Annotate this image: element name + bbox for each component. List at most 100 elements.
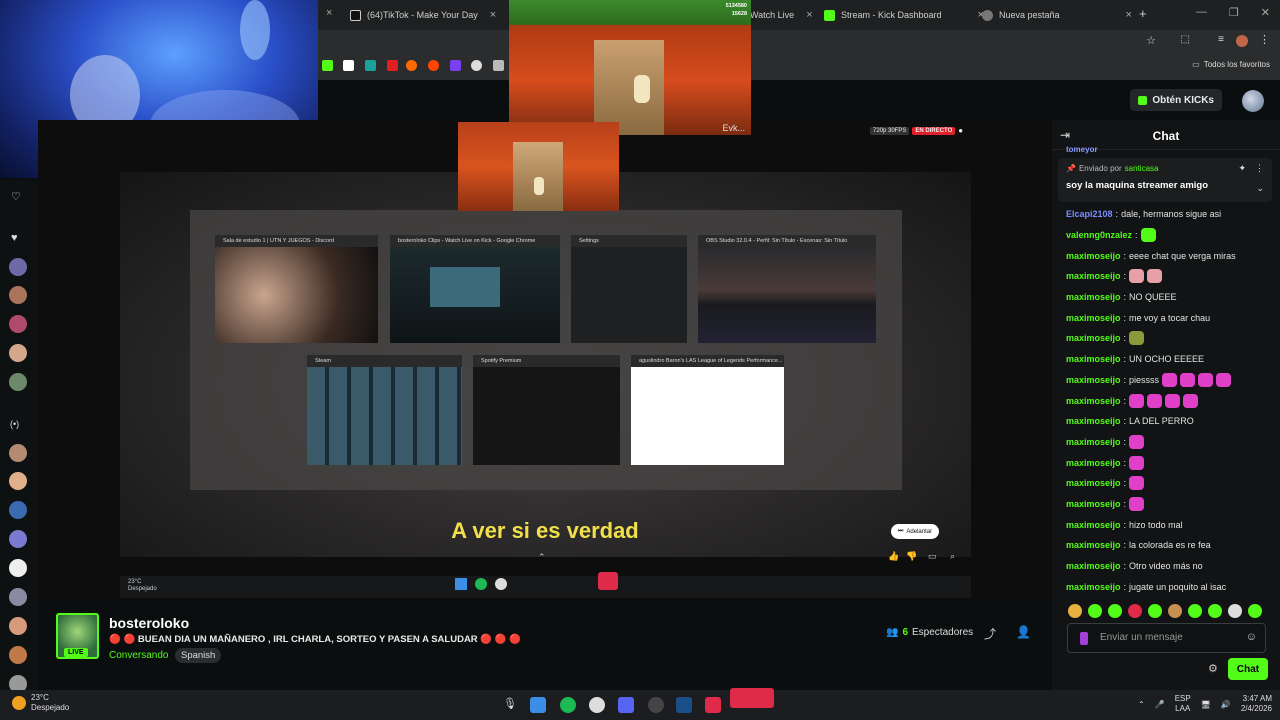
chat-username[interactable]: valenng0nzalez (1066, 230, 1132, 240)
tab-new-tab[interactable]: Nueva pestaña × (982, 4, 1132, 26)
chat-username[interactable]: maximoseijo (1066, 520, 1121, 530)
channel-avatar[interactable] (9, 617, 27, 635)
bookmark-red-icon[interactable] (387, 60, 398, 71)
bookmark-kick-icon[interactable] (322, 60, 333, 71)
pinned-sender-name[interactable]: santicasa (1125, 164, 1159, 173)
channel-avatar[interactable] (9, 588, 27, 606)
bookmark-purple-icon[interactable] (450, 60, 461, 71)
tab-kick-dashboard[interactable]: Stream - Kick Dashboard × (824, 4, 984, 26)
app-icon[interactable] (730, 688, 774, 708)
emote-icon[interactable] (1148, 604, 1162, 618)
channel-avatar[interactable] (9, 444, 27, 462)
dislike-icon[interactable]: 👎 (906, 551, 917, 562)
weather-widget[interactable]: 23°C Despejado (12, 693, 69, 713)
comment-icon[interactable]: ▭ (928, 551, 937, 562)
bookmark-chrome-icon[interactable] (471, 60, 482, 71)
stream-category-link[interactable]: Conversando (109, 650, 168, 661)
close-tab-icon[interactable]: × (806, 9, 812, 21)
restore-icon[interactable]: ❐ (1229, 6, 1239, 19)
skip-forward-button[interactable]: ⏭ Adelantar (891, 524, 940, 539)
send-chat-button[interactable]: Chat (1228, 658, 1268, 680)
chat-username[interactable]: maximoseijo (1066, 458, 1121, 468)
chat-username[interactable]: maximoseijo (1066, 478, 1121, 488)
emote-icon[interactable] (1068, 604, 1082, 618)
chat-username[interactable]: maximoseijo (1066, 540, 1121, 550)
chat-username[interactable]: Elcapi2108 (1066, 209, 1113, 219)
emoji-picker-icon[interactable]: ☺ (1246, 631, 1257, 643)
volume-icon[interactable]: 🔊 (1221, 700, 1231, 709)
live-broadcast-icon[interactable]: (•) (10, 419, 19, 429)
follow-user-icon[interactable]: 👤 (1016, 625, 1031, 639)
chat-username[interactable]: maximoseijo (1066, 396, 1121, 406)
emote-icon[interactable] (1208, 604, 1222, 618)
tab-tiktok[interactable]: (64)TikTok - Make Your Day × (350, 4, 496, 26)
chat-message-input[interactable] (1100, 632, 1240, 643)
input-language[interactable]: ESP LAA (1175, 694, 1191, 714)
obs-icon[interactable] (648, 697, 664, 713)
chat-username[interactable]: maximoseijo (1066, 354, 1121, 364)
chat-username[interactable]: maximoseijo (1066, 313, 1121, 323)
mic-tray-icon[interactable]: 🎤 (1155, 700, 1165, 709)
window-thumbnail[interactable]: Spotify Premium (473, 355, 620, 465)
chrome-icon[interactable] (589, 697, 605, 713)
menu-icon[interactable]: ⋮ (1259, 33, 1270, 46)
window-thumbnail[interactable]: aguslindro Baron's LAS League of Legends… (631, 355, 784, 465)
chat-settings-gear-icon[interactable]: ⚙ (1208, 662, 1218, 675)
discord-icon[interactable] (618, 697, 634, 713)
channel-avatar[interactable] (9, 315, 27, 333)
bookmark-reddit-icon[interactable] (428, 60, 439, 71)
collapse-up-icon[interactable]: ⌃ (538, 552, 546, 563)
channel-avatar[interactable] (9, 646, 27, 664)
channel-avatar[interactable] (9, 286, 27, 304)
steam-icon[interactable] (676, 697, 692, 713)
chat-username[interactable]: maximoseijo (1066, 292, 1121, 302)
heart-icon[interactable]: ♥ (11, 232, 18, 244)
microphone-icon[interactable]: 🎙 (503, 697, 519, 713)
channel-avatar[interactable] (9, 472, 27, 490)
window-thumbnail[interactable]: bosteroloko Clips - Watch Live on Kick -… (390, 235, 560, 343)
streamer-name[interactable]: bosteroloko (109, 615, 189, 631)
chat-bubble-icon[interactable]: ● (958, 126, 963, 135)
close-window-icon[interactable]: ✕ (1261, 6, 1270, 19)
window-thumbnail[interactable]: Sala de estudio 1 | UTN Y JUEGOS - Disco… (215, 235, 378, 343)
share-icon[interactable]: ⤴ (984, 625, 996, 642)
all-favorites-folder[interactable]: ▭ Todos los favoritos (1192, 60, 1270, 69)
bookmark-orange-icon[interactable] (406, 60, 417, 71)
tray-chevron-icon[interactable]: ⌃ (1138, 700, 1145, 709)
close-tab-icon[interactable]: × (326, 7, 332, 19)
profile-avatar[interactable] (1236, 35, 1248, 47)
emote-icon[interactable] (1128, 604, 1142, 618)
window-thumbnail[interactable]: Settings (571, 235, 687, 343)
extensions-icon[interactable]: ⬚ (1181, 34, 1190, 45)
emote-icon[interactable] (1248, 604, 1262, 618)
valorant-icon[interactable] (705, 697, 721, 713)
channel-avatar[interactable] (9, 559, 27, 577)
bookmark-grey-icon[interactable] (493, 60, 504, 71)
new-tab-button[interactable]: + (1139, 6, 1147, 21)
tab-watch-live[interactable]: Watch Live × (750, 4, 813, 26)
obtain-kicks-button[interactable]: Obtén KICKs (1130, 89, 1222, 111)
window-thumbnail[interactable]: Steam (307, 355, 462, 465)
clock[interactable]: 3:47 AM 2/4/2026 (1241, 694, 1272, 714)
network-icon[interactable]: 🖥 (1201, 700, 1211, 709)
chat-input-box[interactable]: ☺ (1067, 623, 1266, 653)
emote-icon[interactable] (1088, 604, 1102, 618)
chat-username[interactable]: maximoseijo (1066, 582, 1121, 592)
window-thumbnail[interactable]: OBS Studio 32.0.4 - Perfil: Sin Título -… (698, 235, 876, 343)
channel-avatar[interactable] (9, 501, 27, 519)
close-tab-icon[interactable]: × (1126, 9, 1132, 21)
emote-icon[interactable] (1108, 604, 1122, 618)
chevron-down-icon[interactable]: ⌄ (1256, 183, 1264, 194)
minimize-icon[interactable]: — (1196, 6, 1207, 19)
close-tab-icon[interactable]: × (490, 9, 496, 21)
chat-username[interactable]: maximoseijo (1066, 561, 1121, 571)
heart-outline-icon[interactable]: ♡ (11, 190, 21, 203)
pinned-message[interactable]: 📌 Enviado por santicasa soy la maquina s… (1058, 158, 1272, 202)
chat-username[interactable]: maximoseijo (1066, 333, 1121, 343)
emote-icon[interactable] (1188, 604, 1202, 618)
language-tag[interactable]: Spanish (175, 648, 222, 663)
channel-avatar[interactable] (9, 258, 27, 276)
unpin-icon[interactable]: ✦ (1238, 163, 1246, 174)
more-options-icon[interactable]: ⋮ (1255, 163, 1264, 174)
channel-avatar[interactable] (9, 373, 27, 391)
